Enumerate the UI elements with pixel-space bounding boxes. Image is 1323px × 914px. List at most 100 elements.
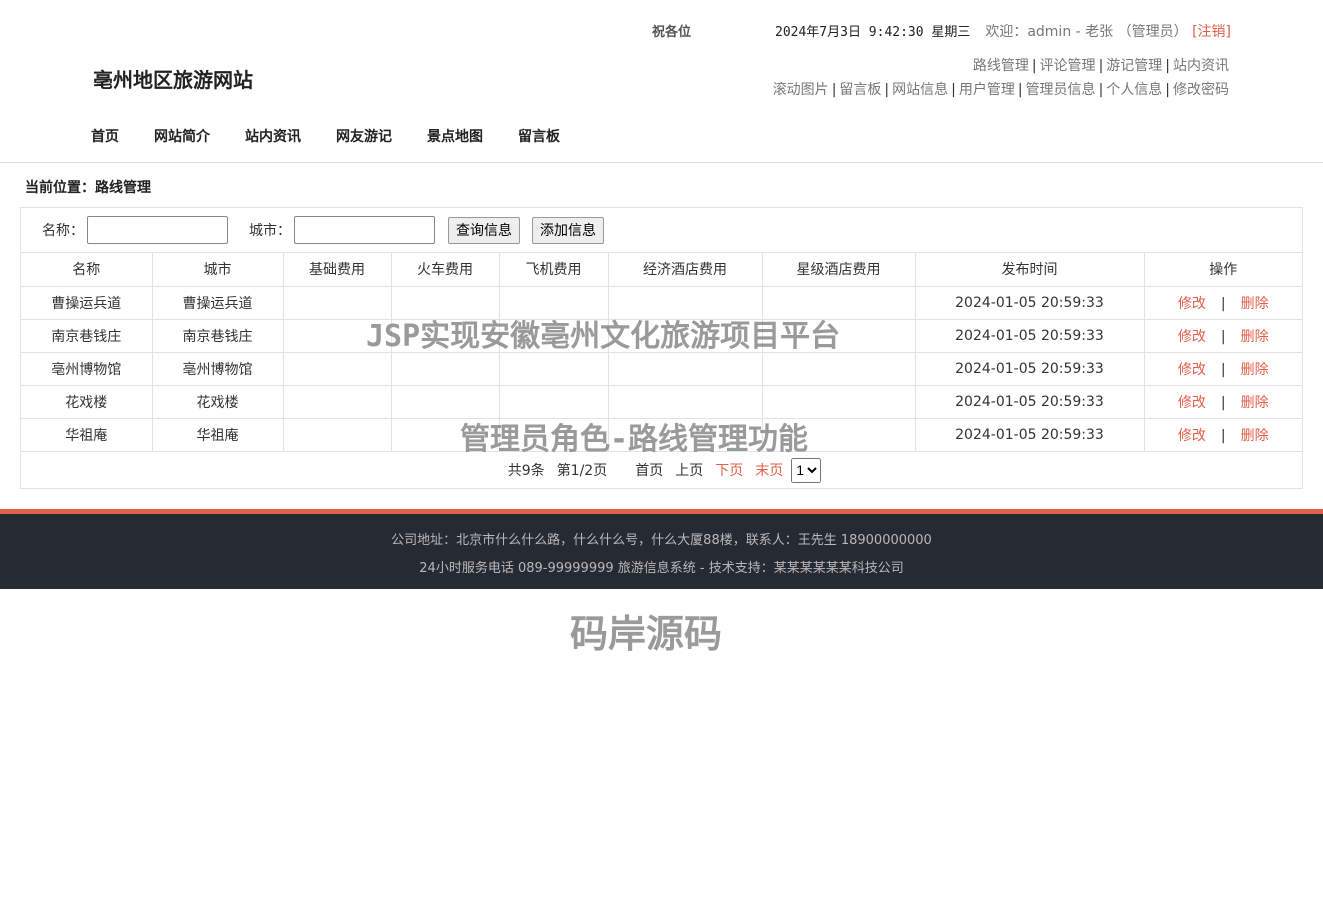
watermark-brand: 码岸源码 bbox=[570, 612, 723, 656]
separator: | bbox=[1098, 82, 1104, 98]
cell-budget-hotel-fee bbox=[608, 418, 763, 452]
cell-publish-time: 2024-01-05 20:59:33 bbox=[915, 286, 1145, 320]
edit-link[interactable]: 修改 bbox=[1178, 395, 1206, 411]
pagination: 共9条 第1/2页 首页 上页 下页 末页 1 bbox=[21, 452, 1302, 489]
edit-link[interactable]: 修改 bbox=[1178, 296, 1206, 312]
add-button[interactable]: 添加信息 bbox=[532, 216, 604, 244]
breadcrumb: 当前位置：路线管理 bbox=[25, 180, 151, 196]
admin-link-news[interactable]: 站内资讯 bbox=[1173, 58, 1229, 74]
separator: | bbox=[884, 82, 890, 98]
delete-link[interactable]: 删除 bbox=[1241, 428, 1269, 444]
cell-budget-hotel-fee bbox=[608, 352, 763, 386]
cell-actions: 修改 | 删除 bbox=[1144, 418, 1302, 452]
welcome-text: 欢迎：admin - 老张 （管理员） bbox=[985, 24, 1188, 40]
welcome-area: 欢迎：admin - 老张 （管理员） [注销] bbox=[985, 21, 1231, 41]
prev-page-link[interactable]: 上页 bbox=[675, 460, 703, 480]
delete-link[interactable]: 删除 bbox=[1241, 362, 1269, 378]
admin-link-travelnote[interactable]: 游记管理 bbox=[1106, 58, 1162, 74]
query-button[interactable]: 查询信息 bbox=[448, 216, 520, 244]
admin-link-password[interactable]: 修改密码 bbox=[1173, 82, 1229, 98]
edit-link[interactable]: 修改 bbox=[1178, 428, 1206, 444]
col-header: 发布时间 bbox=[915, 253, 1145, 287]
cell-base-fee bbox=[283, 352, 392, 386]
separator: | bbox=[1165, 82, 1170, 98]
cell-name: 亳州博物馆 bbox=[21, 352, 153, 386]
datetime-text: 2024年7月3日 9:42:30 星期三 bbox=[775, 25, 971, 40]
cell-publish-time: 2024-01-05 20:59:33 bbox=[915, 352, 1145, 386]
name-label: 名称： bbox=[42, 223, 84, 239]
table-row: 华祖庵 华祖庵 2024-01-05 20:59:33 修改 | 删除 bbox=[21, 418, 1302, 452]
footer-contact: 24小时服务电话 089-99999999 旅游信息系统 - 技术支持：某某某某… bbox=[419, 561, 904, 576]
nav-intro[interactable]: 网站简介 bbox=[154, 126, 210, 146]
cell-budget-hotel-fee bbox=[608, 286, 763, 320]
cell-base-fee bbox=[283, 319, 392, 353]
cell-train-fee bbox=[391, 286, 500, 320]
admin-link-route[interactable]: 路线管理 bbox=[973, 58, 1029, 74]
delete-link[interactable]: 删除 bbox=[1241, 395, 1269, 411]
logout-link[interactable]: [注销] bbox=[1192, 24, 1231, 40]
edit-link[interactable]: 修改 bbox=[1178, 362, 1206, 378]
main-nav: 首页 网站简介 站内资讯 网友游记 景点地图 留言板 bbox=[91, 126, 595, 146]
cell-actions: 修改 | 删除 bbox=[1144, 319, 1302, 353]
header: 祝各位 2024年7月3日 9:42:30 星期三 欢迎：admin - 老张 … bbox=[0, 0, 1323, 163]
cell-train-fee bbox=[391, 352, 500, 386]
route-management-panel: 名称： 城市： 查询信息 添加信息 名称 城市 基础费用 火车费用 飞机费用 经… bbox=[20, 207, 1303, 489]
col-header: 名称 bbox=[21, 253, 153, 287]
cell-star-hotel-fee bbox=[762, 418, 916, 452]
action-divider: | bbox=[1220, 361, 1226, 378]
cell-plane-fee bbox=[499, 352, 609, 386]
next-page-link[interactable]: 下页 bbox=[715, 460, 743, 480]
city-input[interactable] bbox=[294, 216, 435, 244]
admin-link-slider[interactable]: 滚动图片 bbox=[773, 82, 829, 98]
first-page-link[interactable]: 首页 bbox=[635, 460, 663, 480]
separator: | bbox=[1031, 58, 1037, 74]
table-header-row: 名称 城市 基础费用 火车费用 飞机费用 经济酒店费用 星级酒店费用 发布时间 … bbox=[21, 253, 1302, 287]
page-select[interactable]: 1 bbox=[791, 457, 822, 483]
page-info: 第1/2页 bbox=[556, 463, 608, 479]
nav-home[interactable]: 首页 bbox=[91, 126, 119, 146]
admin-link-guestbook[interactable]: 留言板 bbox=[839, 82, 881, 98]
admin-link-users[interactable]: 用户管理 bbox=[959, 82, 1015, 98]
col-header: 操作 bbox=[1144, 253, 1302, 287]
cell-base-fee bbox=[283, 286, 392, 320]
col-header: 城市 bbox=[152, 253, 284, 287]
cell-city: 南京巷钱庄 bbox=[152, 319, 284, 353]
edit-link[interactable]: 修改 bbox=[1178, 329, 1206, 345]
action-divider: | bbox=[1220, 427, 1226, 444]
separator: | bbox=[831, 82, 837, 98]
last-page-link[interactable]: 末页 bbox=[755, 460, 783, 480]
separator: | bbox=[1165, 58, 1170, 74]
action-divider: | bbox=[1220, 394, 1226, 411]
cell-train-fee bbox=[391, 418, 500, 452]
cell-name: 华祖庵 bbox=[21, 418, 153, 452]
cell-star-hotel-fee bbox=[762, 385, 916, 419]
cell-star-hotel-fee bbox=[762, 286, 916, 320]
separator: | bbox=[1098, 58, 1104, 74]
delete-link[interactable]: 删除 bbox=[1241, 329, 1269, 345]
cell-budget-hotel-fee bbox=[608, 385, 763, 419]
col-header: 基础费用 bbox=[283, 253, 392, 287]
cell-publish-time: 2024-01-05 20:59:33 bbox=[915, 418, 1145, 452]
col-header: 经济酒店费用 bbox=[608, 253, 763, 287]
nav-travelnotes[interactable]: 网友游记 bbox=[336, 126, 392, 146]
admin-link-siteinfo[interactable]: 网站信息 bbox=[892, 82, 948, 98]
cell-publish-time: 2024-01-05 20:59:33 bbox=[915, 319, 1145, 353]
greeting-text: 祝各位 bbox=[652, 25, 692, 40]
nav-map[interactable]: 景点地图 bbox=[427, 126, 483, 146]
nav-guestbook[interactable]: 留言板 bbox=[518, 126, 560, 146]
admin-link-admins[interactable]: 管理员信息 bbox=[1026, 82, 1096, 98]
cell-city: 亳州博物馆 bbox=[152, 352, 284, 386]
search-bar: 名称： 城市： 查询信息 添加信息 bbox=[21, 208, 1302, 253]
admin-link-comment[interactable]: 评论管理 bbox=[1040, 58, 1096, 74]
cell-star-hotel-fee bbox=[762, 319, 916, 353]
cell-actions: 修改 | 删除 bbox=[1144, 286, 1302, 320]
name-input[interactable] bbox=[87, 216, 228, 244]
action-divider: | bbox=[1220, 328, 1226, 345]
col-header: 火车费用 bbox=[391, 253, 500, 287]
delete-link[interactable]: 删除 bbox=[1241, 296, 1269, 312]
nav-news[interactable]: 站内资讯 bbox=[245, 126, 301, 146]
cell-plane-fee bbox=[499, 385, 609, 419]
footer: 公司地址：北京市什么什么路，什么什么号，什么大厦88楼，联系人：王先生 1890… bbox=[0, 509, 1323, 589]
admin-link-profile[interactable]: 个人信息 bbox=[1106, 82, 1162, 98]
footer-address: 公司地址：北京市什么什么路，什么什么号，什么大厦88楼，联系人：王先生 1890… bbox=[391, 533, 932, 548]
